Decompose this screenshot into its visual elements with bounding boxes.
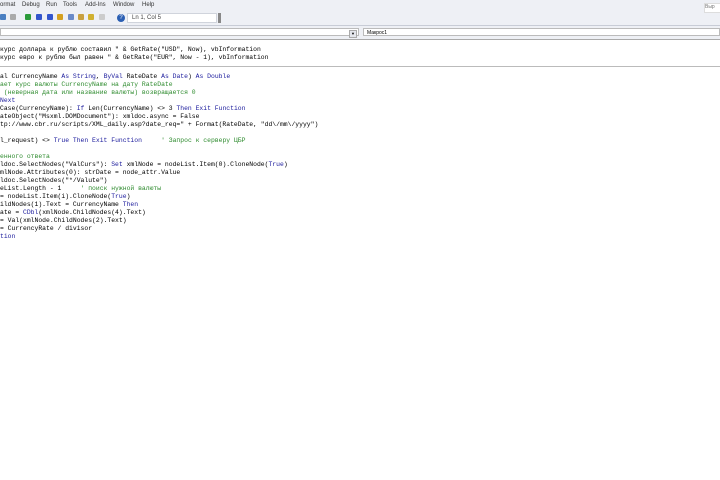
menu-item[interactable]: Run	[46, 2, 57, 8]
object-combo[interactable]: ▼	[0, 28, 359, 38]
code-line[interactable]: tp://www.cbr.ru/scripts/XML_daily.asp?da…	[0, 121, 720, 129]
code-text: mlNode.Attributes(0): strDate = node_att…	[0, 169, 181, 176]
toolbar-button-icon[interactable]	[99, 14, 105, 20]
code-text: ateObject("Msxml.DOMDocument"): xmldoc.a…	[0, 113, 200, 120]
toolbar-button-icon[interactable]	[78, 14, 84, 20]
comment: ' Запрос к серверу ЦБР	[141, 137, 246, 144]
toolbar-button-icon[interactable]	[10, 14, 16, 20]
code-line[interactable]: l_request) <> True Then Exit Function ' …	[0, 137, 720, 145]
expression-field[interactable]: Выр	[704, 3, 720, 13]
code-text: ldoc.SelectNodes("*/Valute")	[0, 177, 108, 184]
toolbar-button-icon[interactable]	[47, 14, 53, 20]
procedure-combo-value: Макрос1	[367, 30, 388, 36]
code-text: eList.Length - 1	[0, 185, 81, 192]
keyword: Then Exit Function	[176, 105, 246, 112]
code-line[interactable]: ate = CDbl(xmlNode.ChildNodes(4).Text)	[0, 209, 720, 217]
keyword: True Then Exit Function	[53, 137, 142, 144]
code-text: = nodeList.Item(i).CloneNode(	[0, 193, 112, 200]
comment: ает курс валюты CurrencyName на дату Rat…	[0, 81, 173, 88]
code-line[interactable]: курс евро к рублю был равен " & GetRate(…	[0, 54, 720, 62]
code-line[interactable]: = CurrencyRate / divisor	[0, 225, 720, 233]
comment: (неверная дата или название валюты) возв…	[0, 89, 196, 96]
code-line[interactable]: курс доллара к рублю составил " & GetRat…	[0, 46, 720, 54]
menu-item[interactable]: Add-Ins	[85, 2, 106, 8]
code-text: tp://www.cbr.ru/scripts/XML_daily.asp?da…	[0, 121, 319, 128]
code-line[interactable]	[0, 145, 720, 153]
keyword: As Date	[161, 73, 188, 80]
help-icon[interactable]: ?	[117, 14, 125, 22]
code-line[interactable]: Case(CurrencyName): If Len(CurrencyName)…	[0, 105, 720, 113]
code-text: al CurrencyName	[0, 73, 62, 80]
keyword: ByVal	[103, 73, 123, 80]
keyword: CDbl	[23, 209, 39, 216]
code-editor[interactable]: курс доллара к рублю составил " & GetRat…	[0, 46, 720, 241]
code-line[interactable]: ildNodes(1).Text = CurrencyName Then	[0, 201, 720, 209]
toolbar-button-icon[interactable]	[57, 14, 63, 20]
toolbar-button-icon[interactable]	[36, 14, 42, 20]
code-text: Len(CurrencyName) <> 3	[84, 105, 177, 112]
keyword: Set	[111, 161, 123, 168]
code-line[interactable]: mlNode.Attributes(0): strDate = node_att…	[0, 169, 720, 177]
code-line[interactable]: ldoc.SelectNodes("ValCurs"): Set xmlNode…	[0, 161, 720, 169]
code-text: )	[283, 161, 288, 168]
code-text: ,	[95, 73, 104, 80]
code-text: = Val(xmlNode.ChildNodes(2).Text)	[0, 217, 127, 224]
cursor-position: Ln 1, Col 5	[127, 13, 217, 23]
code-line[interactable]: енного ответа	[0, 153, 720, 161]
code-combo-bar: ▼ Макрос1	[0, 26, 720, 40]
menu-item[interactable]: Debug	[22, 2, 40, 8]
menu-item[interactable]: Window	[113, 2, 134, 8]
procedure-separator	[0, 62, 720, 67]
keyword: tion	[0, 233, 16, 240]
code-text: l_request) <>	[0, 137, 54, 144]
code-line[interactable]: tion	[0, 233, 720, 241]
code-text: )	[126, 193, 131, 200]
code-text: ldoc.SelectNodes("ValCurs"):	[0, 161, 112, 168]
code-text: Case(CurrencyName):	[0, 105, 77, 112]
toolbar-button-icon[interactable]	[88, 14, 94, 20]
keyword: Then	[122, 201, 139, 208]
chevron-down-icon[interactable]: ▼	[349, 30, 357, 38]
menu-bar: ormat Debug Run Tools Add-Ins Window Help	[0, 0, 720, 11]
toolbar-button-icon[interactable]	[0, 14, 6, 20]
code-line[interactable]: = Val(xmlNode.ChildNodes(2).Text)	[0, 217, 720, 225]
comment: енного ответа	[0, 153, 50, 160]
code-line[interactable]: Next	[0, 97, 720, 105]
code-text: (xmlNode.ChildNodes(4).Text)	[38, 209, 146, 216]
code-text: xmlNode = nodeList.Item(0).CloneNode(	[122, 161, 269, 168]
menu-item[interactable]: Help	[142, 2, 154, 8]
menu-item[interactable]: ormat	[0, 2, 15, 8]
code-line[interactable]: al CurrencyName As String, ByVal RateDat…	[0, 73, 720, 81]
keyword: As String	[61, 73, 96, 80]
code-line[interactable]: ает курс валюты CurrencyName на дату Rat…	[0, 81, 720, 89]
code-text: ildNodes(1).Text = CurrencyName	[0, 201, 123, 208]
code-line[interactable]: eList.Length - 1 ' поиск нужной валюты	[0, 185, 720, 193]
toolbar: ? Ln 1, Col 5	[0, 11, 720, 26]
keyword: True	[268, 161, 284, 168]
toolbar-grip[interactable]	[218, 13, 221, 23]
code-line[interactable]: ldoc.SelectNodes("*/Valute")	[0, 177, 720, 185]
keyword: As Double	[195, 73, 231, 80]
comment: ' поиск нужной валюты	[80, 185, 162, 192]
code-text: )	[187, 73, 196, 80]
code-text: = CurrencyRate / divisor	[0, 225, 93, 232]
code-line[interactable]: = nodeList.Item(i).CloneNode(True)	[0, 193, 720, 201]
code-text: курс евро к рублю был равен " & GetRate(…	[0, 54, 269, 61]
code-line[interactable]	[0, 129, 720, 137]
code-line[interactable]: (неверная дата или название валюты) возв…	[0, 89, 720, 97]
code-text: ate =	[0, 209, 24, 216]
code-line[interactable]: ateObject("Msxml.DOMDocument"): xmldoc.a…	[0, 113, 720, 121]
keyword: Next	[0, 97, 16, 104]
code-text: RateDate	[122, 73, 162, 80]
keyword: True	[111, 193, 127, 200]
toolbar-button-icon[interactable]	[25, 14, 31, 20]
toolbar-button-icon[interactable]	[68, 14, 74, 20]
menu-item[interactable]: Tools	[63, 2, 77, 8]
code-text: курс доллара к рублю составил " & GetRat…	[0, 46, 261, 53]
procedure-combo[interactable]: Макрос1	[363, 28, 720, 36]
